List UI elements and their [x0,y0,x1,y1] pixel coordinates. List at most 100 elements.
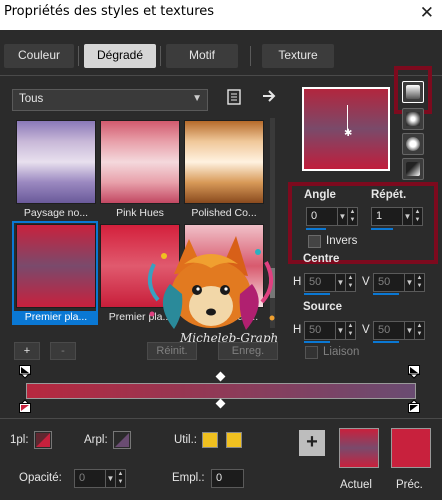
window-title: Propriétés des styles et textures [4,4,215,19]
previous-label: Préc. [396,479,423,491]
linear-gradient-button[interactable] [402,81,424,103]
center-label: Centre [303,253,340,265]
category-value: Tous [19,93,44,105]
link-checkbox[interactable] [305,346,318,359]
linear-gradient-icon [406,85,420,99]
sunburst-gradient-icon [406,137,420,151]
source-v-label: V [362,324,370,336]
invert-label: Invers [326,235,358,247]
source-h-value: 50 [309,324,322,336]
angle-field[interactable]: 0 ▼ ▲ ▼ [306,207,358,226]
background-label: Arpl: [84,434,108,446]
invert-checkbox[interactable] [308,235,321,248]
color-stop-left-icon[interactable] [19,399,31,416]
angle-slider[interactable] [306,228,326,230]
previous-swatch[interactable] [391,428,431,468]
title-bar: Propriétés des styles et textures ✕ [0,0,442,30]
chevron-down-icon[interactable]: ▼ [335,322,345,339]
chevron-down-icon[interactable]: ▼ [105,470,115,487]
center-v-field[interactable]: 50 ▼ ▲ ▼ [373,273,425,292]
center-handle-icon[interactable]: ✱ [344,128,352,139]
foreground-label: 1pl: [10,434,29,446]
divider [0,75,442,76]
chevron-down-icon[interactable]: ▼ [337,208,347,225]
fox-watermark [147,236,275,330]
chevron-down-icon: ▼ [192,93,202,104]
empl-label: Empl.: [172,472,205,484]
spin-arrows-icon[interactable]: ▲ ▼ [345,274,355,291]
midpoint-top-handle[interactable] [215,371,226,382]
current-label: Actuel [340,479,372,491]
stop-marker-top-right-icon[interactable] [408,365,420,382]
close-icon[interactable]: ✕ [420,3,434,23]
tab-degrade[interactable]: Dégradé [84,44,156,68]
chevron-down-icon[interactable]: ▼ [335,274,345,291]
center-h-field[interactable]: 50 ▼ ▲ ▼ [304,273,356,292]
tab-separator [250,46,251,66]
center-v-slider[interactable] [373,293,399,295]
current-swatch[interactable] [339,428,379,468]
center-h-slider[interactable] [304,293,330,295]
repeat-slider[interactable] [371,228,393,230]
chevron-down-icon[interactable]: ▼ [402,208,412,225]
tab-texture[interactable]: Texture [262,44,334,68]
tab-couleur[interactable]: Couleur [4,44,74,68]
source-v-field[interactable]: 50 ▼ ▲ ▼ [373,321,425,340]
add-stop-button[interactable]: + [14,342,40,360]
source-h-field[interactable]: 50 ▼ ▲ ▼ [304,321,356,340]
gradient-thumbnail[interactable] [16,120,96,204]
angle-value: 0 [311,210,318,222]
document-list-icon[interactable] [226,89,242,109]
spin-arrows-icon[interactable]: ▲ ▼ [412,208,422,225]
opacity-value: 0 [79,472,86,484]
gradient-thumbnail[interactable] [100,120,180,204]
arrow-right-icon[interactable] [261,88,277,108]
stop-marker-top-left-icon[interactable] [19,365,31,382]
repeat-value: 1 [376,210,383,222]
gradient-thumbnail-label: Polished Co... [191,207,257,219]
reset-button[interactable]: Réinit. [147,342,197,360]
gradient-thumbnail-label: Pink Hues [116,207,164,219]
opacity-label: Opacité: [19,472,62,484]
spin-arrows-icon[interactable]: ▲ ▼ [414,274,424,291]
rectangular-gradient-icon [406,112,420,126]
repeat-label: Répét. [371,189,407,201]
foreground-swatch-icon[interactable] [34,431,52,452]
selection-outline [12,221,98,325]
util-label: Util.: [174,434,197,446]
category-dropdown[interactable]: Tous ▼ [12,89,208,111]
tab-separator [160,46,161,66]
remove-stop-button[interactable]: - [50,342,76,360]
util-color-swatch-2[interactable] [226,432,242,448]
add-to-palette-button[interactable]: + [299,430,325,456]
gradient-thumbnail[interactable] [184,120,264,204]
link-label: Liaison [323,346,360,358]
spin-arrows-icon[interactable]: ▲ ▼ [347,208,357,225]
midpoint-bottom-handle[interactable] [215,398,226,409]
gradient-bar[interactable] [26,383,416,399]
opacity-field[interactable]: 0 ▼ ▲ ▼ [74,469,126,488]
empl-field[interactable]: 0 [211,469,244,488]
save-gradient-button[interactable]: Enreg. [218,342,278,360]
radial-gradient-button[interactable] [402,158,424,180]
source-h-slider[interactable] [304,341,330,343]
util-color-swatch[interactable] [202,432,218,448]
chevron-down-icon[interactable]: ▼ [404,322,414,339]
color-stop-right-icon[interactable] [408,399,420,416]
center-v-value: 50 [378,276,391,288]
sunburst-gradient-button[interactable] [402,133,424,155]
repeat-field[interactable]: 1 ▼ ▲ ▼ [371,207,423,226]
center-h-value: 50 [309,276,322,288]
gradient-preview[interactable]: ✱ [302,87,390,171]
chevron-down-icon[interactable]: ▼ [404,274,414,291]
rectangular-gradient-button[interactable] [402,108,424,130]
tab-motif[interactable]: Motif [166,44,238,68]
spin-arrows-icon[interactable]: ▲ ▼ [115,470,125,487]
source-v-slider[interactable] [373,341,399,343]
source-v-value: 50 [378,324,391,336]
angle-label: Angle [304,189,336,201]
spin-arrows-icon[interactable]: ▲ ▼ [345,322,355,339]
spin-arrows-icon[interactable]: ▲ ▼ [414,322,424,339]
tab-separator [78,46,79,66]
background-swatch-icon[interactable] [113,431,131,452]
